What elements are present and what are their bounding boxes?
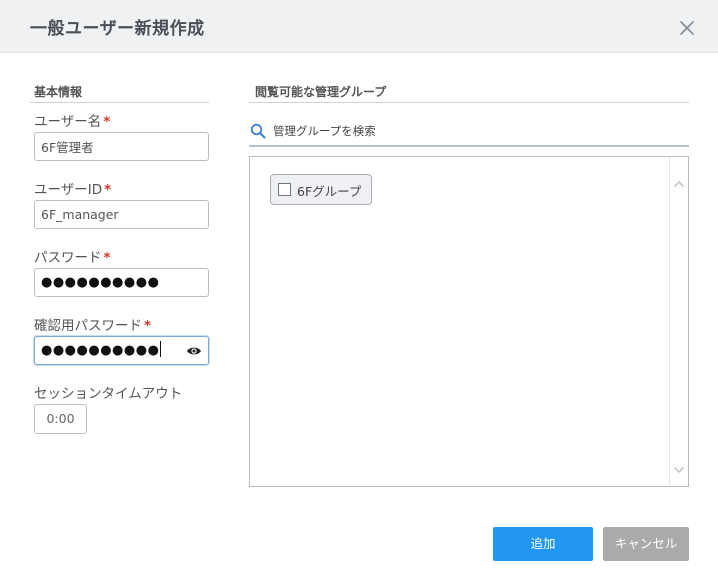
- user-create-dialog: 一般ユーザー新規作成 基本情報 ユーザー名* ユーザーID* パスワード* ●●…: [0, 0, 718, 584]
- username-label: ユーザー名 *: [34, 110, 110, 130]
- confirm-password-label: 確認用パスワード *: [34, 314, 151, 334]
- groups-divider: [249, 102, 689, 103]
- required-mark: *: [103, 250, 111, 266]
- password-label-text: パスワード: [34, 250, 102, 266]
- close-icon[interactable]: [676, 17, 698, 39]
- eye-icon[interactable]: [186, 345, 202, 357]
- user-id-label-text: ユーザーID: [34, 182, 103, 198]
- required-mark: *: [104, 182, 112, 198]
- basic-info-section-title: 基本情報: [34, 85, 83, 99]
- dialog-header: 一般ユーザー新規作成: [0, 0, 718, 53]
- basic-info-divider: [30, 102, 209, 103]
- dialog-title: 一般ユーザー新規作成: [30, 19, 205, 39]
- confirm-password-label-text: 確認用パスワード: [34, 318, 142, 334]
- group-item-label: 6Fグループ: [297, 184, 362, 199]
- session-timeout-label: セッションタイムアウト: [34, 386, 183, 402]
- text-caret: [160, 341, 162, 357]
- group-list: 6Fグループ: [249, 156, 689, 487]
- group-item-6f[interactable]: 6Fグループ: [270, 174, 372, 205]
- password-input[interactable]: ●●●●●●●●●●: [34, 268, 209, 297]
- chevron-up-icon[interactable]: [673, 174, 685, 188]
- confirm-password-masked-value: ●●●●●●●●●●: [41, 337, 162, 364]
- chevron-down-icon[interactable]: [673, 460, 685, 474]
- password-label: パスワード *: [34, 246, 111, 266]
- required-mark: *: [103, 114, 111, 130]
- required-mark: *: [144, 318, 152, 334]
- session-timeout-input[interactable]: 0:00: [34, 404, 87, 434]
- password-masked-value: ●●●●●●●●●●: [41, 275, 160, 290]
- group-checkbox[interactable]: [278, 183, 291, 196]
- username-input[interactable]: [34, 132, 209, 161]
- group-list-scrollbar[interactable]: [669, 157, 688, 486]
- search-icon: [250, 123, 266, 139]
- add-button[interactable]: 追加: [493, 527, 593, 561]
- user-id-label: ユーザーID *: [34, 178, 111, 198]
- confirm-password-input[interactable]: ●●●●●●●●●●: [34, 336, 209, 365]
- groups-section-title: 閲覧可能な管理グループ: [255, 85, 387, 99]
- user-id-input[interactable]: [34, 200, 209, 229]
- group-search-input[interactable]: [273, 121, 673, 141]
- cancel-button[interactable]: キャンセル: [603, 527, 689, 561]
- confirm-password-dots: ●●●●●●●●●●: [41, 343, 160, 358]
- username-label-text: ユーザー名: [34, 114, 102, 130]
- group-search: [249, 116, 689, 147]
